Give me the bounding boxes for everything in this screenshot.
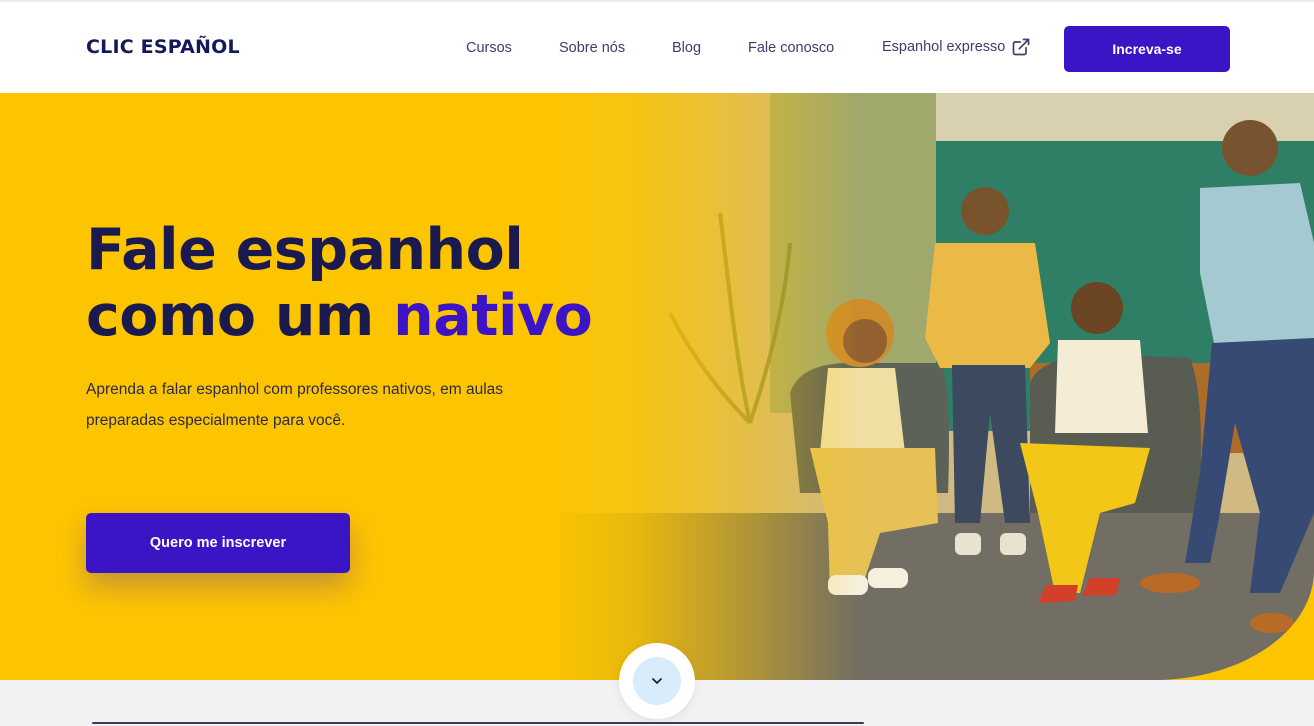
nav-link-espanhol-expresso-label: Espanhol expresso [882,39,1006,55]
landing-page: CLIC ESPAÑOL Cursos Sobre nós Blog Fale … [0,0,1314,726]
nav-link-fale-conosco[interactable]: Fale conosco [748,40,834,56]
scroll-down-button[interactable] [619,643,695,719]
hero-title: Fale espanhol como um nativo [86,217,593,349]
section-divider [92,722,864,724]
external-link-icon [1012,38,1030,56]
chevron-down-icon [652,678,662,684]
nav-link-cursos[interactable]: Cursos [466,40,512,56]
hero-title-line1: Fale espanhol [86,217,524,283]
scroll-down-inner [633,657,681,705]
hero-title-line2-prefix: como um [86,283,394,349]
hero-title-accent: nativo [393,283,593,349]
signup-button[interactable]: Increva-se [1064,26,1230,72]
nav-link-blog[interactable]: Blog [672,40,701,56]
hero-photo-fade [540,93,860,680]
hero-signup-button[interactable]: Quero me inscrever [86,513,350,573]
nav-link-espanhol-expresso[interactable]: Espanhol expresso [882,37,1031,57]
nav-link-sobre[interactable]: Sobre nós [559,40,625,56]
hero-subtitle: Aprenda a falar espanhol com professores… [86,381,504,429]
site-header: CLIC ESPAÑOL Cursos Sobre nós Blog Fale … [0,0,1314,93]
hero-section: Fale espanhol como um nativo Aprenda a f… [0,93,1314,680]
logo[interactable]: CLIC ESPAÑOL [86,36,240,58]
